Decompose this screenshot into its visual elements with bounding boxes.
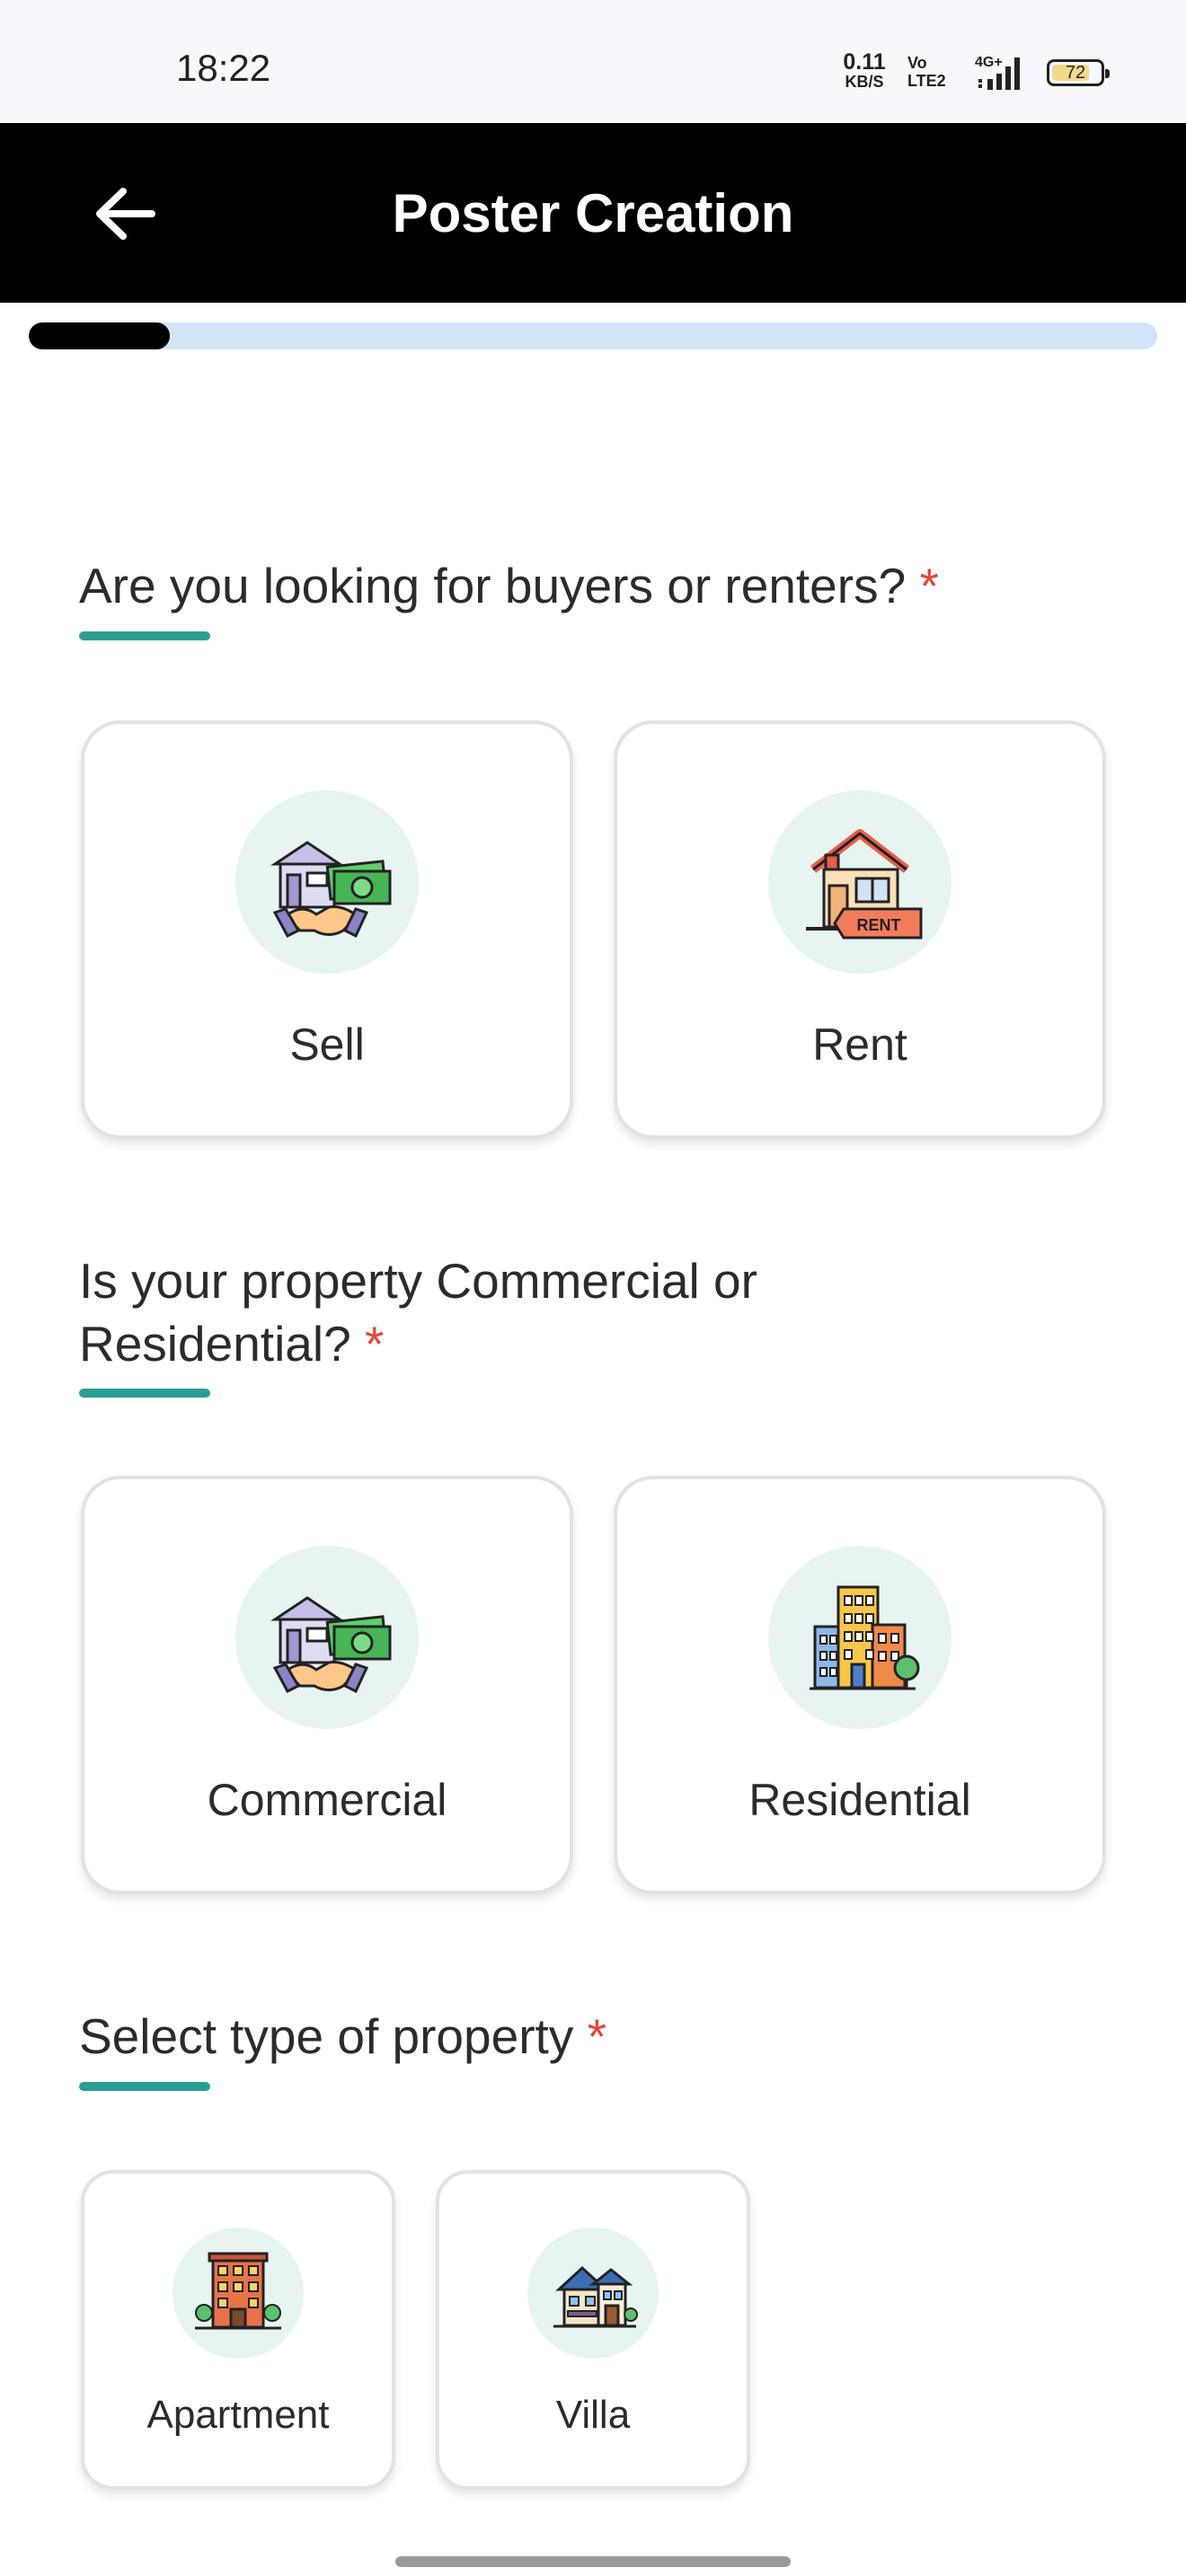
volte-top: Vo [907, 54, 927, 72]
section-underline [79, 1389, 210, 1398]
home-indicator[interactable] [395, 2556, 791, 2567]
option-icon-circle [235, 790, 419, 974]
section-underline [79, 2082, 210, 2091]
section-title-text: Select type of property [79, 2008, 574, 2064]
house-handshake-money-icon [270, 841, 392, 939]
battery-icon: 72 [1047, 59, 1110, 86]
section-title-text: Are you looking for buyers or renters? [79, 558, 907, 613]
progress-bar [29, 322, 1157, 349]
required-asterisk: * [919, 558, 939, 613]
progress-bar-fill [29, 322, 170, 349]
city-buildings-icon [810, 1585, 920, 1690]
option-icon-circle [173, 2228, 304, 2359]
app-header: Poster Creation [0, 123, 1186, 303]
option-icon-circle: RENT [768, 790, 951, 974]
battery-level: 72 [1065, 63, 1086, 83]
volte-indicator: Vo LTE2 [907, 54, 946, 90]
section-underline [79, 631, 210, 640]
option-label: Residential [748, 1775, 971, 1825]
option-icon-circle [235, 1546, 419, 1729]
status-bar: 18:22 0.11 KB/S Vo LTE2 4G+ 72 [0, 0, 1186, 123]
house-rent-sign-icon: RENT [806, 829, 923, 940]
villa-house-icon [553, 2265, 638, 2328]
option-sell[interactable]: Sell [81, 720, 573, 1139]
option-label: Apartment [146, 2393, 330, 2437]
page-title: Poster Creation [392, 183, 794, 243]
house-handshake-money-icon [270, 1596, 392, 1694]
option-icon-circle [768, 1546, 951, 1729]
option-rent[interactable]: RENT Rent [614, 720, 1106, 1139]
required-asterisk: * [364, 1316, 385, 1372]
option-residential[interactable]: Residential [614, 1476, 1106, 1894]
network-speed: 0.11 KB/S [839, 49, 890, 92]
network-type: 4G+ [975, 55, 1003, 70]
section-title-listing-type: Are you looking for buyers or renters? * [79, 554, 939, 617]
required-asterisk: * [587, 2008, 606, 2064]
option-commercial[interactable]: Commercial [81, 1476, 573, 1894]
signal-icon: 4G+ [975, 55, 1020, 90]
section-title-line2: Residential? [79, 1316, 351, 1372]
section-title-line1: Is your property Commercial or [79, 1253, 757, 1309]
option-apartment[interactable]: Apartment [81, 2170, 395, 2490]
status-time: 18:22 [176, 47, 271, 89]
option-icon-circle [527, 2228, 659, 2359]
network-speed-unit: KB/S [845, 73, 884, 91]
network-speed-value: 0.11 [843, 49, 886, 75]
section-title-property-type: Select type of property * [79, 2005, 606, 2068]
option-label: Rent [812, 1019, 907, 1070]
option-label: Commercial [207, 1775, 447, 1825]
volte-bottom: LTE2 [907, 72, 946, 90]
apartment-building-icon [195, 2252, 281, 2330]
option-label: Sell [289, 1019, 365, 1070]
option-label: Villa [555, 2393, 631, 2437]
option-villa[interactable]: Villa [436, 2170, 750, 2490]
svg-text:RENT: RENT [857, 916, 901, 934]
section-title-property-category: Is your property Commercial or Residenti… [79, 1249, 757, 1375]
